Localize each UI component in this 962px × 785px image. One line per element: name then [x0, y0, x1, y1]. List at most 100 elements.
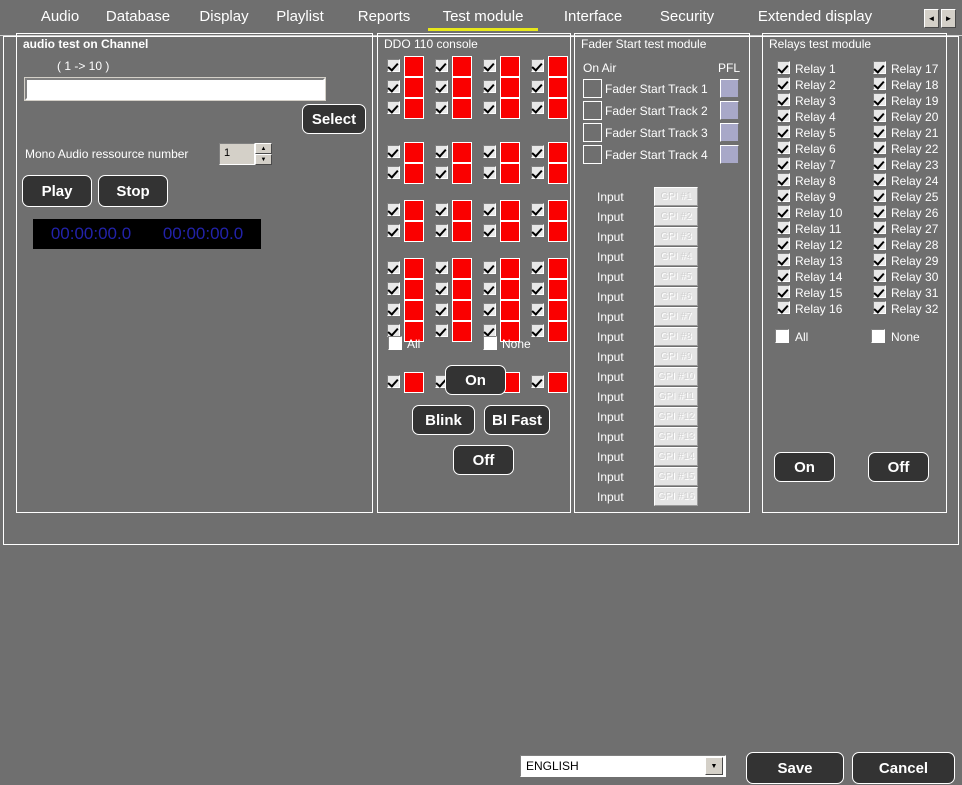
ddo-all-checkbox[interactable]	[388, 336, 402, 350]
ddo-channel-checkbox[interactable]	[483, 303, 496, 316]
tab-database[interactable]: Database	[92, 5, 184, 31]
relay-on-button[interactable]: On	[774, 452, 835, 482]
ddo-channel-checkbox[interactable]	[483, 166, 496, 179]
relay-checkbox[interactable]	[777, 109, 790, 122]
gpi-input-button[interactable]: GPI #5	[654, 267, 698, 286]
ddo-channel-checkbox[interactable]	[435, 80, 448, 93]
ddo-channel-checkbox[interactable]	[387, 375, 400, 388]
ddo-channel-indicator[interactable]	[452, 142, 472, 163]
ddo-channel-indicator[interactable]	[452, 77, 472, 98]
ddo-channel-checkbox[interactable]	[387, 261, 400, 274]
ddo-channel-checkbox[interactable]	[483, 101, 496, 114]
ddo-channel-checkbox[interactable]	[531, 224, 544, 237]
gpi-input-button[interactable]: GPI #15	[654, 467, 698, 486]
stop-button[interactable]: Stop	[98, 175, 168, 207]
relay-checkbox[interactable]	[873, 109, 886, 122]
ddo-channel-indicator[interactable]	[548, 258, 568, 279]
ddo-channel-checkbox[interactable]	[531, 59, 544, 72]
ddo-channel-indicator[interactable]	[452, 200, 472, 221]
ddo-channel-checkbox[interactable]	[435, 282, 448, 295]
gpi-input-button[interactable]: GPI #8	[654, 327, 698, 346]
mono-resource-stepper[interactable]: 1 ▲ ▼	[219, 143, 272, 165]
gpi-input-button[interactable]: GPI #12	[654, 407, 698, 426]
ddo-channel-indicator[interactable]	[500, 98, 520, 119]
relay-checkbox[interactable]	[777, 93, 790, 106]
ddo-channel-indicator[interactable]	[452, 258, 472, 279]
relay-checkbox[interactable]	[777, 253, 790, 266]
relay-checkbox[interactable]	[777, 301, 790, 314]
ddo-channel-indicator[interactable]	[548, 372, 568, 393]
ddo-channel-checkbox[interactable]	[483, 145, 496, 158]
channel-input[interactable]	[24, 77, 326, 101]
ddo-none-checkbox[interactable]	[483, 336, 497, 350]
ddo-channel-checkbox[interactable]	[531, 101, 544, 114]
tab-extended-display[interactable]: Extended display	[742, 5, 888, 31]
relay-checkbox[interactable]	[873, 173, 886, 186]
tab-playlist[interactable]: Playlist	[260, 5, 340, 31]
ddo-channel-indicator[interactable]	[404, 142, 424, 163]
gpi-input-button[interactable]: GPI #6	[654, 287, 698, 306]
ddo-channel-checkbox[interactable]	[483, 282, 496, 295]
relay-checkbox[interactable]	[777, 77, 790, 90]
ddo-channel-checkbox[interactable]	[387, 145, 400, 158]
gpi-input-button[interactable]: GPI #16	[654, 487, 698, 506]
ddo-channel-checkbox[interactable]	[435, 59, 448, 72]
ddo-channel-checkbox[interactable]	[435, 166, 448, 179]
ddo-channel-indicator[interactable]	[404, 221, 424, 242]
ddo-channel-indicator[interactable]	[452, 279, 472, 300]
ddo-channel-indicator[interactable]	[548, 221, 568, 242]
gpi-input-button[interactable]: GPI #11	[654, 387, 698, 406]
relay-checkbox[interactable]	[873, 189, 886, 202]
stepper-up-icon[interactable]: ▲	[255, 143, 272, 154]
relay-checkbox[interactable]	[873, 93, 886, 106]
ddo-channel-checkbox[interactable]	[531, 303, 544, 316]
ddo-channel-checkbox[interactable]	[483, 261, 496, 274]
relay-checkbox[interactable]	[777, 125, 790, 138]
stepper-down-icon[interactable]: ▼	[255, 154, 272, 165]
fader-start-pfl-box[interactable]	[720, 79, 739, 98]
relay-checkbox[interactable]	[777, 205, 790, 218]
ddo-channel-checkbox[interactable]	[435, 101, 448, 114]
tab-test-module[interactable]: Test module	[428, 5, 538, 31]
ddo-channel-indicator[interactable]	[500, 77, 520, 98]
ddo-channel-checkbox[interactable]	[483, 203, 496, 216]
relay-checkbox[interactable]	[873, 141, 886, 154]
gpi-input-button[interactable]: GPI #1	[654, 187, 698, 206]
relay-checkbox[interactable]	[777, 61, 790, 74]
ddo-channel-indicator[interactable]	[404, 258, 424, 279]
ddo-channel-indicator[interactable]	[548, 321, 568, 342]
relay-checkbox[interactable]	[777, 189, 790, 202]
ddo-channel-indicator[interactable]	[404, 98, 424, 119]
tab-security[interactable]: Security	[644, 5, 730, 31]
gpi-input-button[interactable]: GPI #14	[654, 447, 698, 466]
ddo-channel-checkbox[interactable]	[531, 80, 544, 93]
ddo-channel-indicator[interactable]	[404, 300, 424, 321]
save-button[interactable]: Save	[746, 752, 844, 784]
ddo-channel-checkbox[interactable]	[435, 324, 448, 337]
ddo-channel-indicator[interactable]	[500, 200, 520, 221]
ddo-channel-indicator[interactable]	[548, 279, 568, 300]
relay-all-checkbox[interactable]	[775, 329, 789, 343]
ddo-channel-indicator[interactable]	[452, 300, 472, 321]
ddo-channel-indicator[interactable]	[500, 258, 520, 279]
relay-checkbox[interactable]	[777, 173, 790, 186]
ddo-channel-indicator[interactable]	[500, 163, 520, 184]
ddo-channel-checkbox[interactable]	[531, 145, 544, 158]
ddo-channel-indicator[interactable]	[404, 56, 424, 77]
fader-start-onair-checkbox[interactable]	[583, 101, 602, 120]
ddo-channel-indicator[interactable]	[404, 163, 424, 184]
gpi-input-button[interactable]: GPI #3	[654, 227, 698, 246]
ddo-channel-checkbox[interactable]	[531, 324, 544, 337]
ddo-channel-indicator[interactable]	[452, 321, 472, 342]
ddo-channel-checkbox[interactable]	[531, 261, 544, 274]
ddo-channel-indicator[interactable]	[452, 56, 472, 77]
relay-checkbox[interactable]	[873, 61, 886, 74]
relay-checkbox[interactable]	[873, 237, 886, 250]
ddo-channel-checkbox[interactable]	[435, 145, 448, 158]
ddo-channel-checkbox[interactable]	[387, 303, 400, 316]
ddo-channel-indicator[interactable]	[548, 98, 568, 119]
language-select[interactable]: ENGLISH ▼	[520, 755, 726, 777]
relay-checkbox[interactable]	[777, 157, 790, 170]
relay-checkbox[interactable]	[873, 205, 886, 218]
ddo-channel-indicator[interactable]	[404, 372, 424, 393]
